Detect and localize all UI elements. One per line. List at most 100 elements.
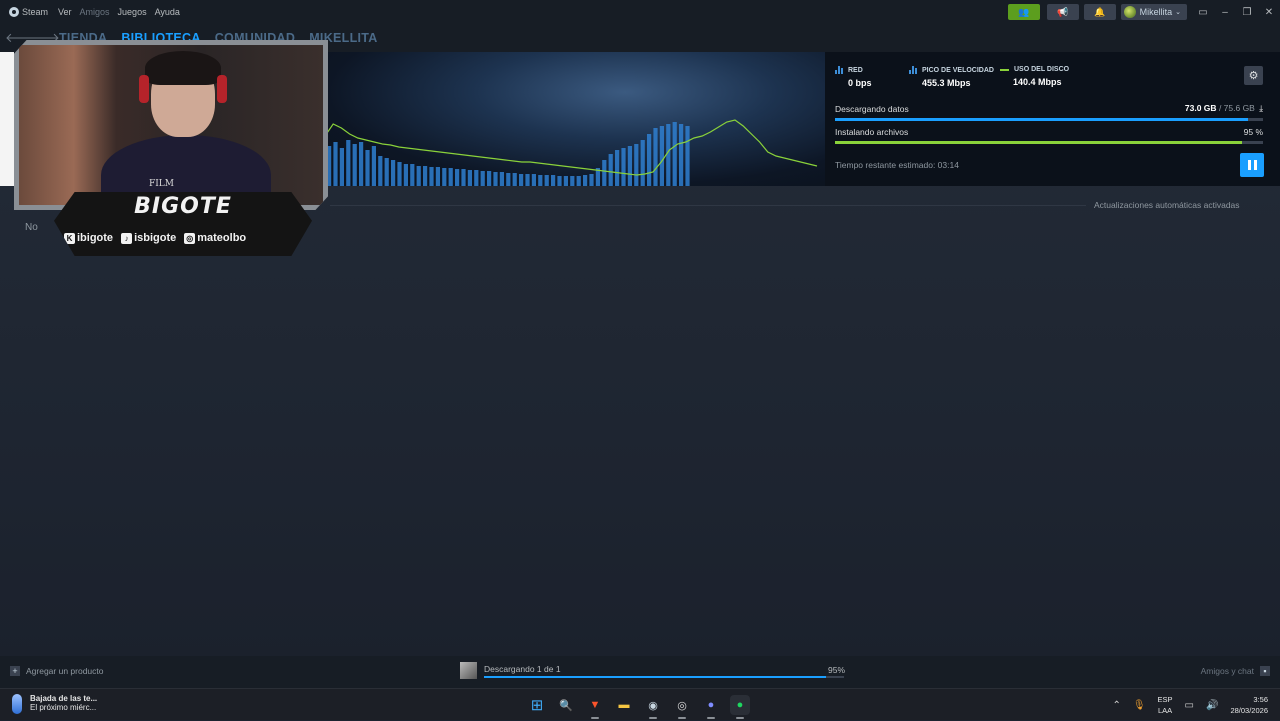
- spotify-icon[interactable]: ●: [730, 695, 750, 719]
- webcam-overlay: FILM BIGOTE Kibigote ♪ isbigote ◎ mateolbo: [14, 40, 328, 258]
- total-size: / 75.6 GB: [1218, 103, 1255, 113]
- graph-bar: [685, 126, 690, 186]
- user-menu-button[interactable]: Mikellita ⌄: [1120, 4, 1187, 20]
- downloads-progress-bar: [484, 676, 844, 678]
- maximize-icon[interactable]: ❐: [1236, 7, 1258, 18]
- download-size: 73.0 GB / 75.6 GB ⤓: [1185, 103, 1263, 114]
- graph-bar: [544, 175, 549, 186]
- pause-button[interactable]: [1240, 153, 1264, 177]
- obs-icon[interactable]: ◎: [672, 695, 692, 719]
- download-icon: ⤓: [1259, 103, 1263, 113]
- disk-line-icon: [1000, 68, 1009, 71]
- graph-bar: [493, 172, 498, 186]
- menu-juegos[interactable]: Juegos: [118, 7, 147, 17]
- stat-network-label: RED: [848, 66, 863, 74]
- display-icon[interactable]: ▭: [1185, 700, 1194, 711]
- graph-bar: [455, 169, 460, 186]
- taskbar-apps: ⊞ 🔍 ▼ ▬ ◉ ◎ ● ●: [527, 695, 750, 719]
- graph-bar: [410, 164, 415, 186]
- graph-bar: [659, 126, 664, 186]
- keyboard-layout: LAA: [1157, 706, 1173, 715]
- windows-start-icon[interactable]: ⊞: [527, 695, 547, 715]
- graph-bar: [563, 176, 568, 186]
- file-explorer-icon[interactable]: ▬: [614, 695, 634, 715]
- graph-bar: [576, 176, 581, 186]
- system-tray: ⌃ 🎙 ESP LAA ▭ 🔊 3:56 28/03/2026: [1112, 689, 1280, 721]
- tiktok-icon: ♪: [121, 232, 133, 244]
- language-code: ESP: [1157, 695, 1173, 704]
- language-indicator[interactable]: ESP LAA: [1158, 694, 1173, 716]
- social-handle: mateolbo: [197, 232, 247, 244]
- add-product-label: Agregar un producto: [26, 666, 104, 676]
- graph-bar: [487, 171, 492, 186]
- search-icon[interactable]: 🔍: [556, 695, 576, 715]
- add-product-button[interactable]: + Agregar un producto: [10, 666, 104, 676]
- announcements-button[interactable]: 📢: [1046, 4, 1079, 20]
- graph-bar: [647, 134, 652, 186]
- clock-time: 3:56: [1253, 695, 1268, 704]
- graph-bar: [551, 175, 556, 186]
- windows-taskbar: Bajada de las te... El próximo miérc... …: [0, 688, 1280, 720]
- clock[interactable]: 3:56 28/03/2026: [1230, 694, 1268, 716]
- game-thumbnail[interactable]: [460, 662, 477, 679]
- webcam-frame: FILM: [14, 40, 328, 210]
- download-progress-fill: [835, 118, 1249, 121]
- menu-ver[interactable]: Ver: [58, 7, 72, 17]
- graph-bar: [653, 128, 658, 186]
- bell-icon: 🔔: [1094, 6, 1106, 17]
- stat-peak-label: PICO DE VELOCIDAD: [922, 66, 994, 74]
- notifications-button[interactable]: 🔔: [1083, 4, 1116, 20]
- steam-menu[interactable]: Steam: [9, 7, 48, 17]
- instagram-icon: ◎: [184, 232, 196, 244]
- graph-bar: [397, 162, 402, 186]
- chevron-up-icon[interactable]: ⌃: [1112, 700, 1120, 711]
- discord-icon[interactable]: ●: [701, 695, 721, 719]
- bars-icon: [909, 66, 917, 74]
- weather-widget[interactable]: Bajada de las te... El próximo miérc...: [12, 694, 97, 714]
- downloading-label: Descargando datos: [835, 103, 909, 114]
- close-icon[interactable]: ✕: [1258, 7, 1280, 18]
- steam-taskbar-icon[interactable]: ◉: [643, 695, 663, 719]
- big-picture-icon[interactable]: ▭: [1192, 7, 1214, 18]
- social-instagram: ◎ mateolbo: [184, 232, 246, 244]
- stat-network-value: 0 bps: [848, 78, 872, 88]
- menu-ayuda[interactable]: Ayuda: [155, 7, 180, 17]
- install-percent: 95 %: [1243, 127, 1263, 137]
- chat-icon: ▪: [1260, 666, 1270, 676]
- install-progress-fill: [835, 141, 1242, 144]
- download-progress-bar: [835, 118, 1263, 121]
- plus-icon: +: [10, 666, 20, 676]
- graph-bar: [519, 174, 524, 186]
- brave-browser-icon[interactable]: ▼: [585, 695, 605, 719]
- avatar: [1123, 6, 1136, 18]
- stat-network: RED 0 bps: [835, 66, 872, 88]
- graph-bar: [602, 160, 607, 186]
- graph-bar: [467, 170, 472, 186]
- graph-bar: [679, 124, 684, 186]
- minimize-icon[interactable]: –: [1214, 7, 1236, 18]
- friends-chat-button[interactable]: Amigos y chat ▪: [1201, 666, 1270, 676]
- friends-button[interactable]: 👥: [1007, 4, 1040, 20]
- weather-title: Bajada de las te...: [30, 694, 98, 703]
- steam-menu-label: Steam: [22, 7, 49, 17]
- bandwidth-graph: [325, 119, 818, 186]
- graph-bar: [666, 124, 671, 186]
- microphone-icon[interactable]: 🎙: [1133, 700, 1146, 711]
- stat-disk-label: USO DEL DISCO: [1014, 66, 1070, 73]
- downloads-status-text[interactable]: Descargando 1 de 1: [484, 664, 561, 674]
- downloads-progress-fill: [484, 676, 826, 678]
- twitch-kick-icon: K: [64, 232, 75, 244]
- title-bar: Steam Ver Amigos Juegos Ayuda 👥 📢 🔔 Mike…: [0, 0, 1280, 24]
- graph-bar: [391, 160, 396, 186]
- graph-bar: [448, 168, 453, 186]
- graph-bar: [634, 144, 639, 186]
- graph-bar: [442, 168, 447, 186]
- titlebar-right: 👥 📢 🔔 Mikellita ⌄ ▭ – ❐ ✕: [1007, 0, 1280, 24]
- menu-amigos[interactable]: Amigos: [80, 7, 110, 17]
- webcam-video: FILM: [19, 45, 323, 205]
- volume-icon[interactable]: 🔊: [1206, 700, 1218, 711]
- settings-button[interactable]: ⚙: [1244, 66, 1263, 85]
- section-divider: [330, 205, 1086, 206]
- eta-text: Tiempo restante estimado: 03:14: [835, 160, 959, 170]
- graph-bar: [608, 154, 613, 186]
